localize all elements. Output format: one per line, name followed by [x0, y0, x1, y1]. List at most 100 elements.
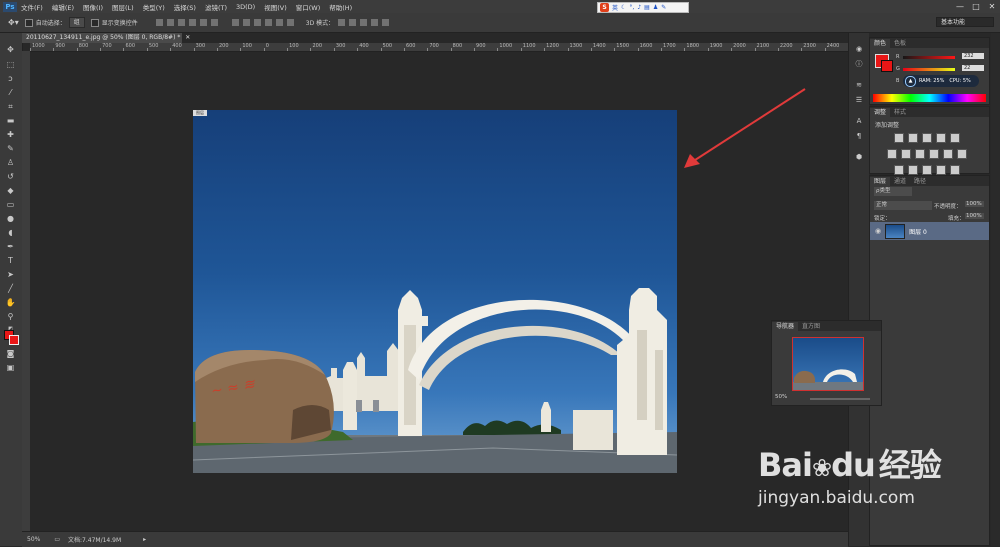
path-select-icon[interactable]: ➤: [5, 270, 16, 280]
shape-tool-icon[interactable]: ╱: [5, 284, 16, 294]
document-photo[interactable]: ~ ≈ ≋: [193, 110, 677, 473]
layer-row[interactable]: ◉ 图层 0: [870, 222, 989, 240]
ime-punct-icon[interactable]: °,: [629, 4, 634, 11]
color-spectrum[interactable]: [873, 94, 986, 102]
curves-icon[interactable]: [922, 133, 932, 143]
menu-select[interactable]: 选择(S): [174, 2, 196, 12]
color-background-swatch[interactable]: [881, 60, 893, 72]
move-tool-icon[interactable]: ✥: [5, 45, 16, 55]
photo-filter-icon[interactable]: [929, 149, 939, 159]
auto-select-dropdown[interactable]: 组: [68, 17, 85, 28]
distribute-right-icon[interactable]: [286, 19, 294, 26]
visibility-eye-icon[interactable]: ◉: [875, 227, 881, 235]
3d-roll-icon[interactable]: [349, 19, 357, 26]
tab-navigator[interactable]: 导航器: [772, 322, 799, 331]
gradient-tool-icon[interactable]: ▭: [5, 200, 16, 210]
align-top-icon[interactable]: [155, 19, 163, 26]
character-panel-icon[interactable]: A: [854, 117, 864, 126]
zoom-level[interactable]: 50%: [27, 536, 40, 543]
share-icon[interactable]: ▭: [54, 536, 60, 543]
invert-icon[interactable]: [894, 165, 904, 175]
menu-view[interactable]: 视图(V): [264, 2, 287, 12]
ime-tools-icon[interactable]: ✎: [661, 4, 666, 11]
distribute-hcenter-icon[interactable]: [275, 19, 283, 26]
menu-layer[interactable]: 图层(L): [112, 2, 134, 12]
channel-mixer-icon[interactable]: [943, 149, 953, 159]
pen-tool-icon[interactable]: ✒: [5, 242, 16, 252]
quick-select-icon[interactable]: ⁄: [5, 88, 16, 98]
navigator-preview[interactable]: [792, 337, 864, 391]
screen-mode-icon[interactable]: ▣: [5, 363, 16, 373]
hue-sat-icon[interactable]: [887, 149, 897, 159]
posterize-icon[interactable]: [908, 165, 918, 175]
3d-panel-icon[interactable]: ⬢: [854, 153, 864, 162]
3d-slide-icon[interactable]: [371, 19, 379, 26]
crop-tool-icon[interactable]: ⌗: [5, 102, 16, 112]
eraser-tool-icon[interactable]: ◆: [5, 186, 16, 196]
3d-scale-icon[interactable]: [382, 19, 390, 26]
3d-rotate-icon[interactable]: [338, 19, 346, 26]
menu-type[interactable]: 类型(Y): [143, 2, 165, 12]
menu-help[interactable]: 帮助(H): [329, 2, 352, 12]
menu-edit[interactable]: 编辑(E): [52, 2, 74, 12]
g-slider[interactable]: [903, 68, 955, 71]
g-value[interactable]: 22: [962, 65, 984, 71]
align-right-icon[interactable]: [210, 19, 218, 26]
info-panel-icon[interactable]: ⓘ: [854, 60, 864, 69]
tab-histogram[interactable]: 直方图: [798, 322, 824, 331]
ime-user-icon[interactable]: ♟: [653, 4, 658, 11]
tab-adjustments[interactable]: 调整: [870, 108, 891, 117]
threshold-icon[interactable]: [922, 165, 932, 175]
menu-3d[interactable]: 3D(D): [236, 3, 255, 11]
gradient-map-icon[interactable]: [936, 165, 946, 175]
brush-presets-icon[interactable]: ☰: [854, 96, 864, 105]
color-lookup-icon[interactable]: [957, 149, 967, 159]
paragraph-panel-icon[interactable]: ¶: [854, 132, 864, 141]
close-button[interactable]: ✕: [984, 0, 1000, 13]
menu-filter[interactable]: 滤镜(T): [205, 2, 227, 12]
layer-name[interactable]: 图层 0: [909, 227, 927, 236]
align-bottom-icon[interactable]: [177, 19, 185, 26]
brightness-icon[interactable]: [894, 133, 904, 143]
ime-language[interactable]: 英: [612, 3, 618, 12]
ime-moon-icon[interactable]: ☾: [621, 4, 626, 11]
menu-window[interactable]: 窗口(W): [296, 2, 321, 12]
distribute-bottom-icon[interactable]: [253, 19, 261, 26]
distribute-top-icon[interactable]: [231, 19, 239, 26]
document-tab[interactable]: 20110627_134911_e.jpg @ 50% (图层 0, RGB/8…: [22, 33, 190, 43]
minimize-button[interactable]: —: [952, 0, 968, 13]
layer-kind-filter[interactable]: ρ类型: [874, 187, 912, 196]
transform-checkbox[interactable]: [90, 18, 99, 27]
r-value[interactable]: 232: [962, 53, 984, 59]
tab-close-icon[interactable]: ✕: [185, 34, 190, 41]
exposure-icon[interactable]: [936, 133, 946, 143]
levels-icon[interactable]: [908, 133, 918, 143]
ime-toolbar[interactable]: S 英 ☾ °, ♪ ▤ ♟ ✎: [597, 2, 689, 13]
tab-channels[interactable]: 通道: [890, 177, 910, 186]
status-menu-icon[interactable]: ▸: [143, 536, 146, 543]
workspace-dropdown[interactable]: 基本功能: [936, 17, 994, 27]
maximize-button[interactable]: □: [968, 0, 984, 13]
tab-paths[interactable]: 路径: [910, 177, 930, 186]
ime-keyboard-icon[interactable]: ▤: [644, 4, 650, 11]
tab-swatches[interactable]: 色板: [890, 39, 910, 48]
tab-layers[interactable]: 图层: [870, 177, 891, 186]
distribute-left-icon[interactable]: [264, 19, 272, 26]
type-tool-icon[interactable]: T: [5, 256, 16, 266]
marquee-tool-icon[interactable]: ⬚: [5, 60, 16, 70]
distribute-vcenter-icon[interactable]: [242, 19, 250, 26]
r-slider[interactable]: [903, 56, 955, 59]
quick-mask-icon[interactable]: ◙: [5, 349, 16, 359]
brush-panel-icon[interactable]: ≋: [854, 81, 864, 90]
history-panel-icon[interactable]: ◉: [854, 45, 864, 54]
hand-tool-icon[interactable]: ✋: [5, 298, 16, 308]
align-hcenter-icon[interactable]: [199, 19, 207, 26]
tab-styles[interactable]: 样式: [890, 108, 910, 117]
zoom-tool-icon[interactable]: ⚲: [5, 312, 16, 322]
selective-color-icon[interactable]: [950, 165, 960, 175]
align-vcenter-icon[interactable]: [166, 19, 174, 26]
move-tool-icon[interactable]: ✥▾: [8, 18, 19, 27]
auto-select-checkbox[interactable]: [24, 18, 33, 27]
tab-color[interactable]: 颜色: [870, 39, 891, 48]
eyedropper-icon[interactable]: ▬: [5, 116, 16, 126]
